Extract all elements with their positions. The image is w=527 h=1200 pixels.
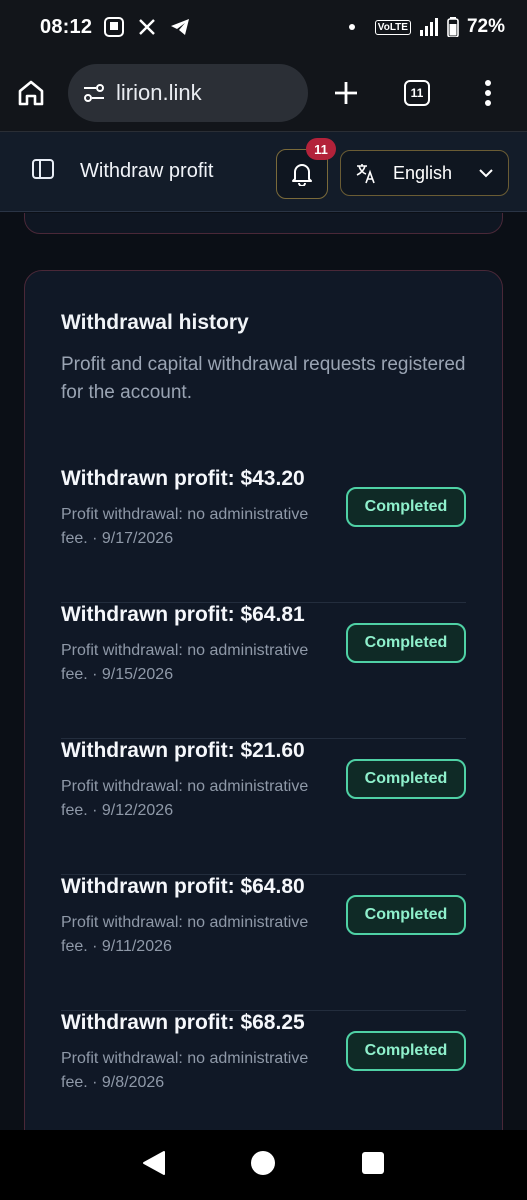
back-button[interactable] [142, 1150, 166, 1181]
browser-menu-button[interactable] [484, 79, 492, 106]
status-notification-icons [104, 17, 190, 37]
recents-square-icon [361, 1151, 384, 1174]
more-vert-icon [485, 79, 491, 106]
tab-switcher-button[interactable]: 11 [404, 79, 430, 106]
item-description: Profit withdrawal: no administrative fee… [61, 914, 309, 955]
system-nav-bar [0, 1130, 527, 1200]
page-title: Withdraw profit [80, 160, 214, 182]
url-text[interactable]: lirion.link [116, 80, 202, 106]
main-content: Withdrawal history Profit and capital wi… [0, 213, 527, 1130]
battery-icon [447, 17, 459, 37]
item-amount: Withdrawn profit: $43.20 [61, 467, 305, 490]
app-header: Withdraw profit English [0, 132, 527, 212]
status-badge: Completed [346, 759, 466, 799]
plus-icon [335, 81, 357, 104]
list-item: Withdrawn profit: $21.60 Profit withdraw… [61, 739, 466, 875]
chevron-down-icon [479, 169, 493, 178]
x-app-icon [139, 19, 156, 35]
site-settings-icon[interactable] [82, 82, 106, 104]
card-title: Withdrawal history [61, 311, 249, 334]
signal-icon [419, 18, 438, 36]
tab-count: 11 [404, 79, 430, 106]
card-subtitle: Profit and capital withdrawal requests r… [61, 354, 466, 403]
status-system-icons: VoLTE 72% [348, 16, 505, 38]
back-triangle-icon [143, 1150, 166, 1175]
home-icon [18, 80, 44, 105]
browser-toolbar: lirion.link 11 [0, 54, 527, 132]
volte-icon: VoLTE [374, 19, 411, 35]
list-item: Withdrawn profit: $64.81 Profit withdraw… [61, 603, 466, 739]
sidebar-toggle-button[interactable] [32, 159, 54, 184]
new-tab-button[interactable] [332, 79, 360, 107]
language-select[interactable]: English [340, 150, 509, 196]
home-button[interactable] [16, 78, 46, 108]
item-amount: Withdrawn profit: $64.81 [61, 603, 305, 626]
item-amount: Withdrawn profit: $68.25 [61, 1011, 305, 1034]
status-badge: Completed [346, 623, 466, 663]
sidebar-icon [32, 159, 54, 179]
home-nav-button[interactable] [250, 1150, 276, 1181]
notifications-badge: 11 [306, 138, 336, 160]
notification-dot-icon [348, 24, 355, 30]
status-time: 08:12 [40, 15, 93, 38]
item-amount: Withdrawn profit: $64.80 [61, 875, 305, 898]
item-description: Profit withdrawal: no administrative fee… [61, 1050, 309, 1091]
address-bar[interactable]: lirion.link [68, 63, 308, 122]
bell-icon [292, 164, 312, 186]
withdrawal-list: Withdrawn profit: $43.20 Profit withdraw… [61, 467, 466, 1130]
list-item: Withdrawn profit: $68.25 Profit withdraw… [61, 1011, 466, 1130]
item-description: Profit withdrawal: no administrative fee… [61, 642, 309, 683]
telegram-icon [171, 19, 190, 35]
status-badge: Completed [346, 895, 466, 935]
item-description: Profit withdrawal: no administrative fee… [61, 506, 309, 547]
battery-percent: 72% [466, 16, 505, 37]
previous-card [24, 213, 503, 234]
translate-icon [356, 164, 375, 184]
home-circle-icon [251, 1150, 276, 1175]
recents-button[interactable] [361, 1151, 385, 1180]
item-description: Profit withdrawal: no administrative fee… [61, 778, 309, 819]
status-bar: 08:12 VoLTE 72% [0, 0, 527, 54]
status-badge: Completed [346, 487, 466, 527]
gallery-app-icon [104, 17, 125, 37]
list-item: Withdrawn profit: $64.80 Profit withdraw… [61, 875, 466, 1011]
withdrawal-history-card: Withdrawal history Profit and capital wi… [24, 270, 503, 1130]
item-amount: Withdrawn profit: $21.60 [61, 739, 305, 762]
status-badge: Completed [346, 1031, 466, 1071]
list-item: Withdrawn profit: $43.20 Profit withdraw… [61, 467, 466, 603]
language-label: English [393, 162, 453, 183]
